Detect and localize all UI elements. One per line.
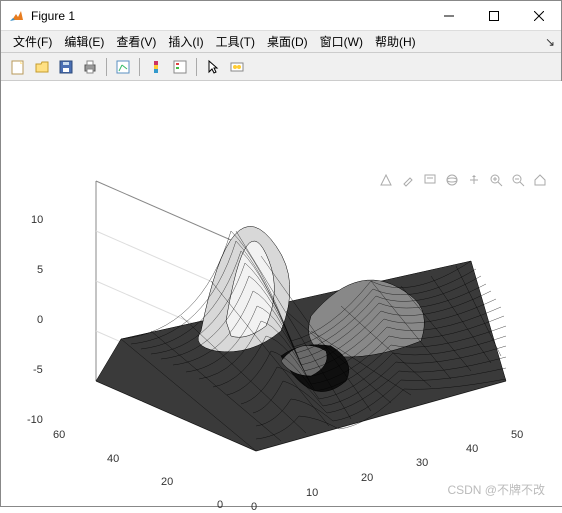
y-tick: 60 (53, 429, 65, 441)
menu-desktop[interactable]: 桌面(D) (261, 31, 314, 52)
edit-plot-button[interactable] (112, 56, 134, 78)
x-tick: 40 (466, 443, 478, 455)
surface-plot[interactable] (1, 81, 561, 501)
close-button[interactable] (516, 1, 561, 30)
save-button[interactable] (55, 56, 77, 78)
toolbar-separator (139, 58, 140, 76)
z-tick: 5 (37, 264, 43, 276)
open-button[interactable] (31, 56, 53, 78)
toolbar (1, 53, 561, 81)
menu-file[interactable]: 文件(F) (7, 31, 58, 52)
z-tick: 0 (37, 314, 43, 326)
menu-view[interactable]: 查看(V) (110, 31, 162, 52)
titlebar: Figure 1 (1, 1, 561, 31)
z-tick: -10 (27, 414, 43, 426)
insert-legend-button[interactable] (169, 56, 191, 78)
menu-window[interactable]: 窗口(W) (314, 31, 369, 52)
menubar: 文件(F) 编辑(E) 查看(V) 插入(I) 工具(T) 桌面(D) 窗口(W… (1, 31, 561, 53)
new-figure-button[interactable] (7, 56, 29, 78)
y-tick: 0 (217, 499, 223, 511)
menu-help[interactable]: 帮助(H) (369, 31, 422, 52)
toolbar-separator (106, 58, 107, 76)
insert-colorbar-button[interactable] (145, 56, 167, 78)
menu-tools[interactable]: 工具(T) (210, 31, 261, 52)
x-tick: 10 (306, 487, 318, 499)
link-button[interactable] (226, 56, 248, 78)
x-tick: 50 (511, 429, 523, 441)
x-tick: 20 (361, 472, 373, 484)
minimize-button[interactable] (426, 1, 471, 30)
plot-area: 10 5 0 -5 -10 60 40 20 0 0 10 20 30 40 5… (1, 81, 562, 506)
y-tick: 40 (107, 453, 119, 465)
menu-edit[interactable]: 编辑(E) (58, 31, 110, 52)
matlab-logo-icon (9, 8, 25, 24)
x-tick: 30 (416, 457, 428, 469)
z-tick: 10 (31, 214, 43, 226)
print-button[interactable] (79, 56, 101, 78)
maximize-button[interactable] (471, 1, 516, 30)
watermark: CSDN @不牌不改 (447, 481, 545, 498)
x-tick: 0 (251, 501, 257, 513)
menu-insert[interactable]: 插入(I) (162, 31, 209, 52)
y-tick: 20 (161, 476, 173, 488)
window-title: Figure 1 (31, 9, 426, 23)
toolbar-separator (196, 58, 197, 76)
cursor-button[interactable] (202, 56, 224, 78)
dock-control-icon[interactable]: ↘ (545, 35, 555, 49)
z-tick: -5 (33, 364, 43, 376)
